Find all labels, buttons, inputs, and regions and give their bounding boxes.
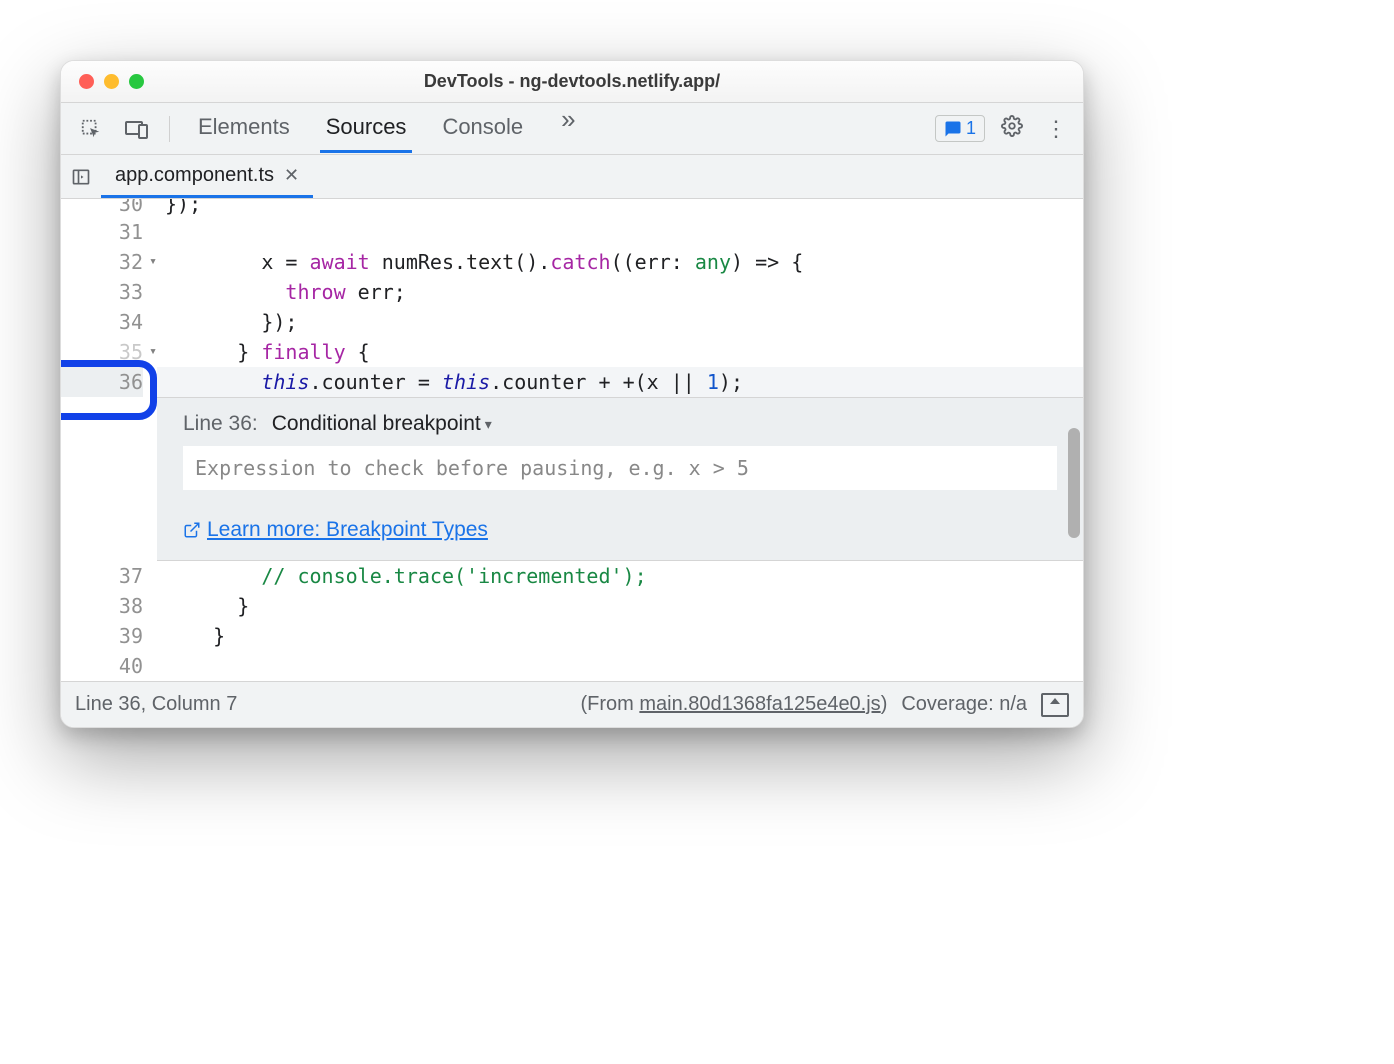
close-file-tab-icon[interactable]: ✕ [284,165,299,186]
line-number[interactable]: 39 [61,621,143,651]
code-line: throw err; [157,277,1083,307]
code-line: }); [157,307,1083,337]
coverage-status: Coverage: n/a [901,693,1027,716]
code-area[interactable]: }); x = await numRes.text().catch((err: … [157,199,1083,397]
tab-console[interactable]: Console [436,104,529,153]
issues-count: 1 [966,118,976,139]
main-toolbar: Elements Sources Console » 1 ⋮ [61,103,1083,155]
code-line: // console.trace('incremented'); [157,561,1083,591]
line-number[interactable]: 31 [61,217,143,247]
more-menu-icon[interactable]: ⋮ [1039,116,1073,142]
inspect-element-icon[interactable] [71,109,111,149]
breakpoint-learn-more-link[interactable]: Learn more: Breakpoint Types [183,518,1057,542]
titlebar: DevTools - ng-devtools.netlify.app/ [61,61,1083,103]
tab-elements[interactable]: Elements [192,104,296,153]
toolbar-separator [169,116,170,142]
navigator-toggle-icon[interactable] [61,167,101,187]
tab-sources[interactable]: Sources [320,104,413,153]
panel-tabs: Elements Sources Console » [182,104,929,153]
breakpoint-expression-input[interactable] [183,446,1057,490]
toolbar-right: 1 ⋮ [935,115,1073,143]
code-editor-lower[interactable]: 37 38 39 40 // console.trace('incremente… [61,561,1083,681]
line-number[interactable]: 30 [61,199,143,217]
line-number[interactable]: 34 [61,307,143,337]
breakpoint-header: Line 36: Conditional breakpoint [183,412,1057,436]
settings-icon[interactable] [995,115,1029,143]
code-line: } finally { [157,337,1083,367]
code-line: } [157,591,1083,621]
device-toolbar-icon[interactable] [117,109,157,149]
line-number[interactable]: 40 [61,651,143,681]
line-gutter[interactable]: 30 31 32 33 34 35 36 [61,199,157,397]
line-number[interactable]: 32 [61,247,143,277]
file-tabs-bar: app.component.ts ✕ [61,155,1083,199]
breakpoint-type-select[interactable]: Conditional breakpoint [272,412,492,436]
drawer-toggle-icon[interactable] [1041,693,1069,717]
code-line [157,651,1083,681]
cursor-position: Line 36, Column 7 [75,693,237,716]
code-editor[interactable]: 30 31 32 33 34 35 36 }); x = await numRe… [61,199,1083,397]
code-line: }); [157,199,1083,217]
external-link-icon [183,521,201,539]
line-number-highlighted[interactable]: 36 [61,367,143,397]
breakpoint-editor-panel: Line 36: Conditional breakpoint Learn mo… [157,397,1083,561]
line-number[interactable]: 38 [61,591,143,621]
tabs-overflow-icon[interactable]: » [553,104,583,153]
line-number[interactable]: 35 [61,337,143,367]
code-line [157,217,1083,247]
breakpoint-line-label: Line 36: [183,412,258,436]
scrollbar-thumb[interactable] [1068,428,1080,538]
line-number[interactable]: 33 [61,277,143,307]
code-line: } [157,621,1083,651]
maximize-window-button[interactable] [129,74,144,89]
code-line: x = await numRes.text().catch((err: any)… [157,247,1083,277]
issues-badge[interactable]: 1 [935,115,985,142]
traffic-lights [61,74,144,89]
source-from: (From main.80d1368fa125e4e0.js) [580,693,887,716]
issues-icon [944,120,962,138]
code-line-highlighted: this.counter = this.counter + +(x || 1); [157,367,1083,397]
window-title: DevTools - ng-devtools.netlify.app/ [61,71,1083,92]
file-tab-app-component[interactable]: app.component.ts ✕ [101,156,313,198]
file-tab-name: app.component.ts [115,164,274,187]
status-bar: Line 36, Column 7 (From main.80d1368fa12… [61,681,1083,727]
line-gutter[interactable]: 37 38 39 40 [61,561,157,681]
minimize-window-button[interactable] [104,74,119,89]
code-area[interactable]: // console.trace('incremented'); } } [157,561,1083,681]
line-number[interactable]: 37 [61,561,143,591]
source-file-link[interactable]: main.80d1368fa125e4e0.js [639,693,880,715]
close-window-button[interactable] [79,74,94,89]
devtools-window: DevTools - ng-devtools.netlify.app/ Elem… [60,60,1084,728]
